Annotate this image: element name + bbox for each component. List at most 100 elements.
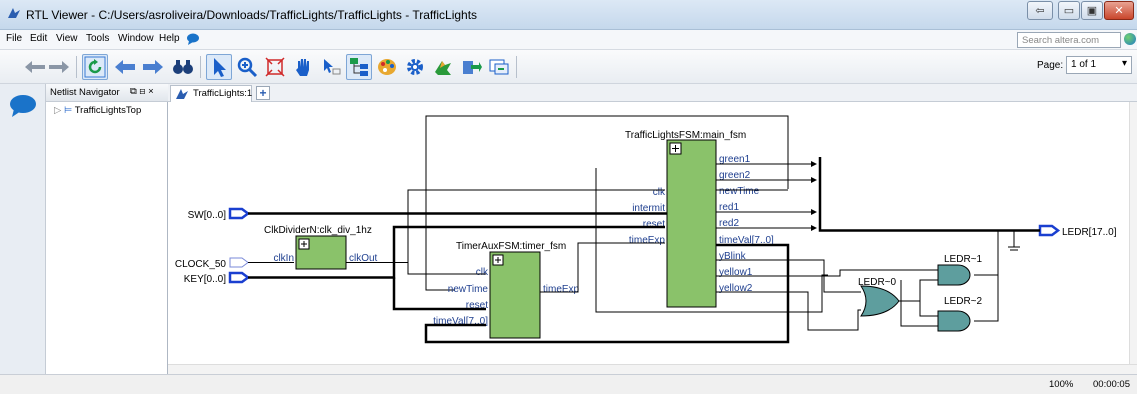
- clk-divider-name: ClkDividerN:clk_div_1hz: [264, 225, 372, 236]
- add-tab-button[interactable]: +: [256, 86, 270, 100]
- net-select-icon[interactable]: [318, 54, 344, 80]
- back-arrow-icon[interactable]: [112, 54, 138, 80]
- restore-icon: ▭: [1063, 5, 1075, 17]
- and-gate-ledr2[interactable]: LEDR~2: [937, 296, 983, 332]
- and-gate1-label: LEDR~1: [944, 254, 983, 265]
- menu-help[interactable]: Help: [159, 33, 180, 44]
- port-clock[interactable]: CLOCK_50: [175, 257, 249, 270]
- back-window-icon: ⇦: [1035, 5, 1045, 17]
- rtl-viewer-icon: [176, 89, 188, 99]
- port-sw-label: SW[0..0]: [188, 210, 227, 221]
- back-icon[interactable]: [22, 54, 48, 80]
- chat-bubble-icon[interactable]: [186, 33, 200, 45]
- vertical-scrollbar[interactable]: [1129, 102, 1137, 364]
- page-value: 1 of 1: [1071, 59, 1097, 70]
- close-icon: ✕: [1114, 5, 1124, 17]
- tree-item-label: TrafficLightsTop: [74, 105, 142, 116]
- port-clock-label: CLOCK_50: [175, 259, 227, 270]
- binoculars-icon[interactable]: [170, 54, 196, 80]
- main-fsm-in-clk: clk: [653, 187, 666, 198]
- toolbar-separator: [200, 56, 201, 78]
- main-fsm-out-red2: red2: [719, 218, 739, 229]
- main-fsm-out-red1: red1: [719, 202, 739, 213]
- toolbar: [0, 50, 1137, 84]
- expand-arrow-icon[interactable]: ▷: [54, 105, 61, 116]
- search-input[interactable]: Search altera.com: [1017, 32, 1121, 48]
- netlist-navigator-panel: Netlist Navigator ⧉ ⊟ × ▷ ⊨ TrafficLight…: [46, 84, 168, 376]
- hierarchy-node-icon: ⊨: [63, 105, 73, 116]
- fit-icon[interactable]: [262, 54, 288, 80]
- gear-icon[interactable]: [402, 54, 428, 80]
- timer-fsm-block[interactable]: TimerAuxFSM:timer_fsm clk newTime reset …: [433, 241, 580, 339]
- menu-window[interactable]: Window: [118, 33, 154, 44]
- tree-item-trafficlightstop[interactable]: ▷ ⊨ TrafficLightsTop: [54, 105, 141, 116]
- bird-icon[interactable]: [430, 54, 456, 80]
- menu-view[interactable]: View: [56, 33, 78, 44]
- wire-or-out: [899, 279, 938, 302]
- maximize-icon: ▣: [1086, 5, 1098, 17]
- forward-icon[interactable]: [46, 54, 72, 80]
- status-zoom: 100%: [1049, 379, 1074, 390]
- timer-fsm-in-clk: clk: [476, 267, 489, 278]
- tab-bar: TrafficLights:1 +: [168, 84, 1137, 102]
- windows-icon[interactable]: [486, 54, 512, 80]
- status-time: 00:00:05: [1093, 379, 1130, 390]
- hand-icon[interactable]: [290, 54, 316, 80]
- main-fsm-name: TrafficLightsFSM:main_fsm: [625, 130, 746, 141]
- port-ledr[interactable]: LEDR[17..0]: [1038, 224, 1117, 238]
- port-sw[interactable]: SW[0..0]: [188, 207, 251, 221]
- select-icon[interactable]: [206, 54, 232, 80]
- close-button[interactable]: ✕: [1104, 1, 1134, 20]
- toolbar-separator: [516, 56, 517, 78]
- chevron-down-icon: ▾: [1121, 58, 1127, 69]
- zoom-icon[interactable]: [234, 54, 260, 80]
- menu-file[interactable]: File: [6, 33, 22, 44]
- tab-trafficlights[interactable]: TrafficLights:1: [170, 85, 252, 102]
- wire-ground: [1008, 230, 1020, 251]
- wire-clk-timer: [407, 262, 486, 275]
- schematic-canvas[interactable]: TrafficLightsFSM:main_fsm clk intermit r…: [168, 102, 1129, 364]
- horizontal-scrollbar[interactable]: [168, 364, 1137, 374]
- main-fsm-in-reset: reset: [643, 219, 665, 230]
- or-gate-label: LEDR~0: [858, 277, 897, 288]
- tab-label: TrafficLights:1: [193, 88, 253, 99]
- rtl-viewer-icon: [8, 8, 20, 18]
- panel-controls[interactable]: ⧉ ⊟ ×: [130, 86, 154, 97]
- main-fsm-out-newtime: newTime: [719, 186, 760, 197]
- forward-arrow-icon[interactable]: [140, 54, 166, 80]
- main-fsm-out-green2: green2: [719, 170, 751, 181]
- wire-and-outputs: [974, 230, 999, 322]
- refresh-icon[interactable]: [82, 54, 108, 80]
- minimize-button[interactable]: ⇦: [1027, 1, 1053, 20]
- and-gate2-label: LEDR~2: [944, 296, 983, 307]
- main-fsm-block[interactable]: TrafficLightsFSM:main_fsm clk intermit r…: [625, 130, 774, 308]
- main-fsm-in-timeexp: timeExp: [629, 235, 666, 246]
- port-ledr-label: LEDR[17..0]: [1062, 227, 1117, 238]
- port-key[interactable]: KEY[0..0]: [184, 271, 251, 285]
- title-bar: RTL Viewer - C:/Users/asroliveira/Downlo…: [0, 0, 1137, 30]
- window-title: RTL Viewer - C:/Users/asroliveira/Downlo…: [26, 8, 478, 22]
- port-key-label: KEY[0..0]: [184, 274, 226, 285]
- globe-icon[interactable]: [1124, 33, 1136, 45]
- maximize-button[interactable]: ▣: [1081, 1, 1103, 20]
- main-fsm-out-green1: green1: [719, 154, 751, 165]
- menu-tools[interactable]: Tools: [86, 33, 109, 44]
- chat-bubble-icon[interactable]: [8, 94, 38, 118]
- panel-title: Netlist Navigator: [50, 87, 120, 98]
- timer-fsm-in-newtime: newTime: [448, 284, 489, 295]
- export-icon[interactable]: [458, 54, 484, 80]
- timer-fsm-name: TimerAuxFSM:timer_fsm: [456, 241, 566, 252]
- restore-button[interactable]: ▭: [1058, 1, 1080, 20]
- and-gate-ledr1[interactable]: LEDR~1: [937, 254, 983, 286]
- schematic-svg: TrafficLightsFSM:main_fsm clk intermit r…: [175, 115, 1117, 344]
- timer-fsm-out-timeexp: timeExp: [543, 284, 580, 295]
- wire-ledr-bus: [818, 157, 1040, 232]
- hierarchy-icon[interactable]: [346, 54, 372, 80]
- menu-edit[interactable]: Edit: [30, 33, 47, 44]
- panel-header: Netlist Navigator ⧉ ⊟ ×: [46, 84, 168, 102]
- palette-icon[interactable]: [374, 54, 400, 80]
- page-select[interactable]: 1 of 1 ▾: [1066, 56, 1132, 74]
- status-bar: 100% 00:00:05: [0, 374, 1137, 394]
- or-gate-ledr0[interactable]: LEDR~0: [858, 277, 900, 317]
- menu-bar: File Edit View Tools Window Help: [0, 30, 1137, 50]
